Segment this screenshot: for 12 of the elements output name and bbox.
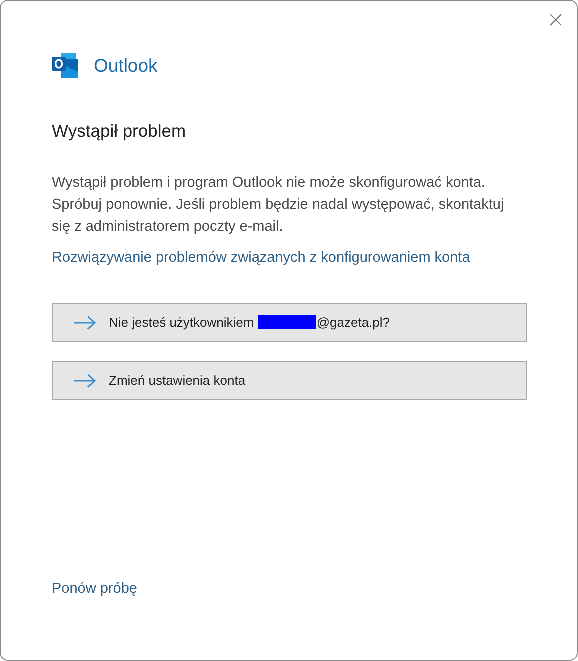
arrow-icon (74, 316, 96, 330)
action-button[interactable]: Zmień ustawienia konta (52, 361, 527, 400)
close-button[interactable] (550, 14, 562, 26)
troubleshoot-link[interactable]: Rozwiązywanie problemów związanych z konfigurowaniem konta (52, 247, 470, 269)
retry-link[interactable]: Ponów próbę (52, 578, 138, 600)
action-button[interactable]: Nie jesteś użytkownikiem @gazeta.pl? (52, 303, 527, 342)
error-message: Wystąpił problem i program Outlook nie może skonfigurować konta. Spróbuj ponownie. Jeśli problem będzie nadal występować, skontaktuj się z administratorem poczty e-mail. (52, 174, 506, 237)
arrow-icon (74, 374, 96, 388)
error-heading: Wystąpił problem (52, 120, 188, 143)
redaction-mark (258, 315, 316, 329)
app-name: Outlook (94, 54, 158, 76)
outlook-logo-icon (52, 53, 78, 78)
